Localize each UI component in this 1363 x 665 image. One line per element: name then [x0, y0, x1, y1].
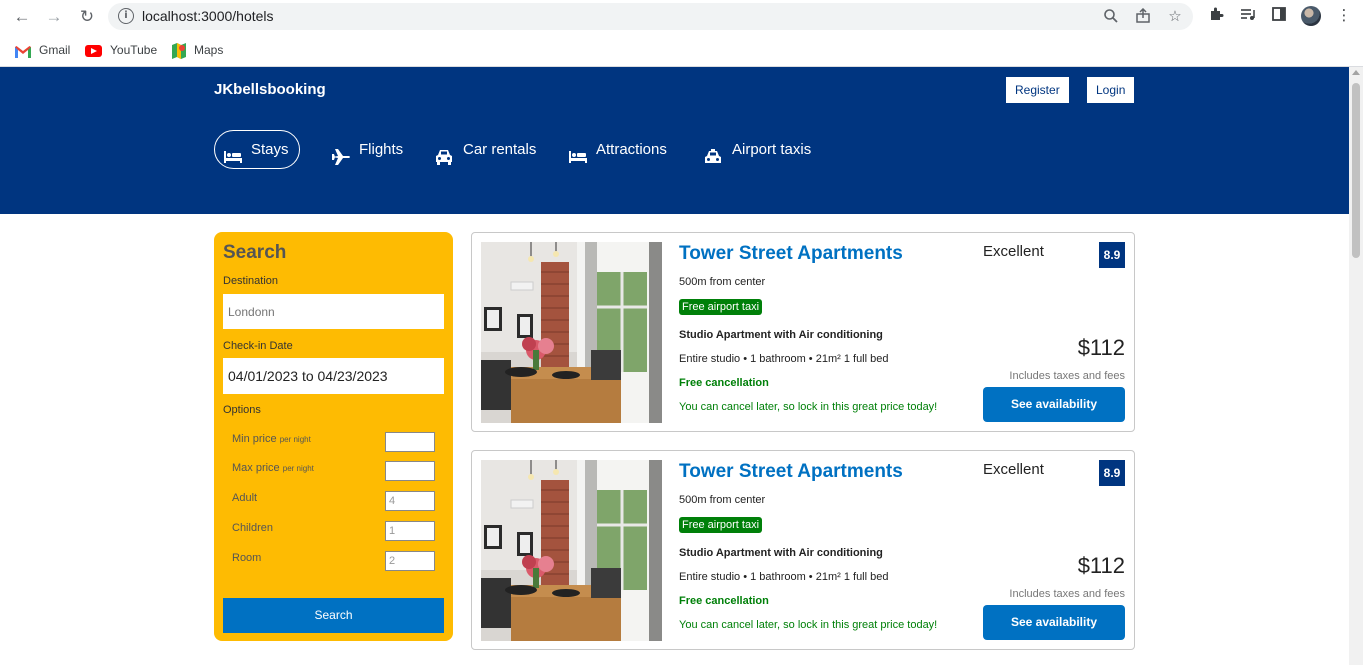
cancel-policy: Free cancellation [679, 595, 769, 607]
search-button[interactable]: Search [223, 598, 444, 633]
browser-toolbar: ← → ↻ i localhost:3000/hotels ☆ ⋮ [0, 0, 1363, 33]
site-info-icon[interactable]: i [118, 8, 134, 24]
nav-stays[interactable]: Stays [214, 130, 300, 169]
bookmark-label: Maps [194, 43, 224, 57]
free-taxi-badge: Free airport taxi [679, 299, 763, 315]
hotel-card: Tower Street Apartments 500m from center… [471, 232, 1135, 432]
bookmark-label: YouTube [110, 43, 158, 57]
bookmarks-bar: Gmail YouTube Maps [0, 33, 1363, 67]
bookmark-youtube[interactable]: YouTube [85, 41, 157, 59]
tax-note: Includes taxes and fees [1009, 370, 1125, 382]
site-logo[interactable]: JKbellsbooking [214, 81, 326, 98]
rating-text: Excellent [983, 461, 1044, 478]
page-scrollbar[interactable] [1349, 67, 1363, 665]
free-taxi-badge: Free airport taxi [679, 517, 763, 533]
search-title: Search [223, 242, 287, 263]
room-label: Room [232, 552, 262, 564]
rating-score: 8.9 [1099, 460, 1125, 486]
bookmark-maps[interactable]: Maps [172, 41, 223, 59]
hotel-image[interactable] [481, 242, 662, 423]
hotel-name-link[interactable]: Tower Street Apartments [679, 243, 903, 265]
nav-label: Stays [251, 141, 289, 158]
hotel-distance: 500m from center [679, 494, 766, 506]
see-availability-button[interactable]: See availability [983, 605, 1125, 640]
children-input[interactable]: 1 [385, 521, 435, 541]
max-price-input[interactable] [385, 461, 435, 481]
rating-score: 8.9 [1099, 242, 1125, 268]
taxi-icon [704, 142, 724, 163]
tax-note: Includes taxes and fees [1009, 588, 1125, 600]
url-text: localhost:3000/hotels [142, 8, 274, 24]
scroll-up-arrow-icon[interactable] [1352, 70, 1360, 75]
cancel-policy: Free cancellation [679, 377, 769, 389]
rating-text: Excellent [983, 243, 1044, 260]
max-price-label: Max price per night [232, 462, 314, 474]
min-price-input[interactable] [385, 432, 435, 452]
bookmark-label: Gmail [39, 43, 71, 57]
page-viewport: JKbellsbooking Register Login Stays Flig… [0, 67, 1349, 665]
nav-label: Car rentals [463, 141, 537, 158]
hotel-name-link[interactable]: Tower Street Apartments [679, 461, 903, 483]
hotel-distance: 500m from center [679, 276, 766, 288]
zoom-icon[interactable] [1102, 8, 1120, 26]
reload-icon[interactable]: ↻ [76, 6, 98, 28]
register-button[interactable]: Register [1006, 77, 1069, 103]
destination-label: Destination [223, 275, 279, 287]
share-icon[interactable] [1134, 7, 1152, 26]
hotel-price: $112 [1077, 553, 1125, 578]
adult-input[interactable]: 4 [385, 491, 435, 511]
extensions-icon[interactable] [1206, 6, 1226, 26]
cancel-subtitle: You can cancel later, so lock in this gr… [679, 619, 938, 631]
nav-airport-taxis[interactable]: Airport taxis [704, 130, 811, 169]
youtube-icon [85, 44, 102, 57]
search-panel: Search Destination Check-in Date 04/01/2… [214, 232, 453, 641]
bookmark-gmail[interactable]: Gmail [15, 41, 70, 59]
scrollbar-thumb[interactable] [1352, 83, 1360, 258]
hotel-subtitle: Studio Apartment with Air conditioning [679, 329, 883, 341]
checkin-date-field[interactable]: 04/01/2023 to 04/23/2023 [223, 358, 444, 394]
forward-arrow-icon[interactable]: → [43, 6, 65, 28]
bed-icon [568, 142, 588, 163]
side-panel-icon[interactable] [1269, 6, 1289, 26]
hotel-image[interactable] [481, 460, 662, 641]
checkin-label: Check-in Date [223, 340, 293, 352]
profile-avatar[interactable] [1301, 6, 1321, 26]
back-arrow-icon[interactable]: ← [11, 6, 33, 28]
nav-car-rentals[interactable]: Car rentals [435, 130, 536, 169]
children-label: Children [232, 522, 273, 534]
maps-icon [172, 42, 186, 59]
hotel-features: Entire studio • 1 bathroom • 21m² 1 full… [679, 571, 889, 583]
hotel-subtitle: Studio Apartment with Air conditioning [679, 547, 883, 559]
login-button[interactable]: Login [1087, 77, 1135, 103]
hotel-features: Entire studio • 1 bathroom • 21m² 1 full… [679, 353, 889, 365]
nav-label: Attractions [596, 141, 667, 158]
menu-kebab-icon[interactable]: ⋮ [1334, 6, 1354, 26]
plane-icon [331, 142, 351, 165]
min-price-label: Min price per night [232, 433, 311, 445]
gmail-icon [15, 45, 31, 58]
bed-icon [223, 142, 243, 163]
cancel-subtitle: You can cancel later, so lock in this gr… [679, 401, 938, 413]
see-availability-button[interactable]: See availability [983, 387, 1125, 422]
adult-label: Adult [232, 492, 258, 504]
nav-attractions[interactable]: Attractions [568, 130, 667, 169]
nav-label: Flights [359, 141, 404, 158]
options-label: Options [223, 404, 261, 416]
hotel-card: Tower Street Apartments 500m from center… [471, 450, 1135, 650]
car-icon [435, 142, 455, 165]
destination-input[interactable] [223, 294, 444, 329]
room-input[interactable]: 2 [385, 551, 435, 571]
nav-label: Airport taxis [732, 141, 812, 158]
nav-flights[interactable]: Flights [331, 130, 403, 169]
site-header: JKbellsbooking Register Login Stays Flig… [0, 67, 1349, 214]
media-playlist-icon[interactable] [1238, 6, 1258, 26]
bookmark-star-icon[interactable]: ☆ [1166, 8, 1184, 26]
hotel-price: $112 [1077, 335, 1125, 360]
address-bar[interactable]: i localhost:3000/hotels ☆ [108, 3, 1193, 30]
